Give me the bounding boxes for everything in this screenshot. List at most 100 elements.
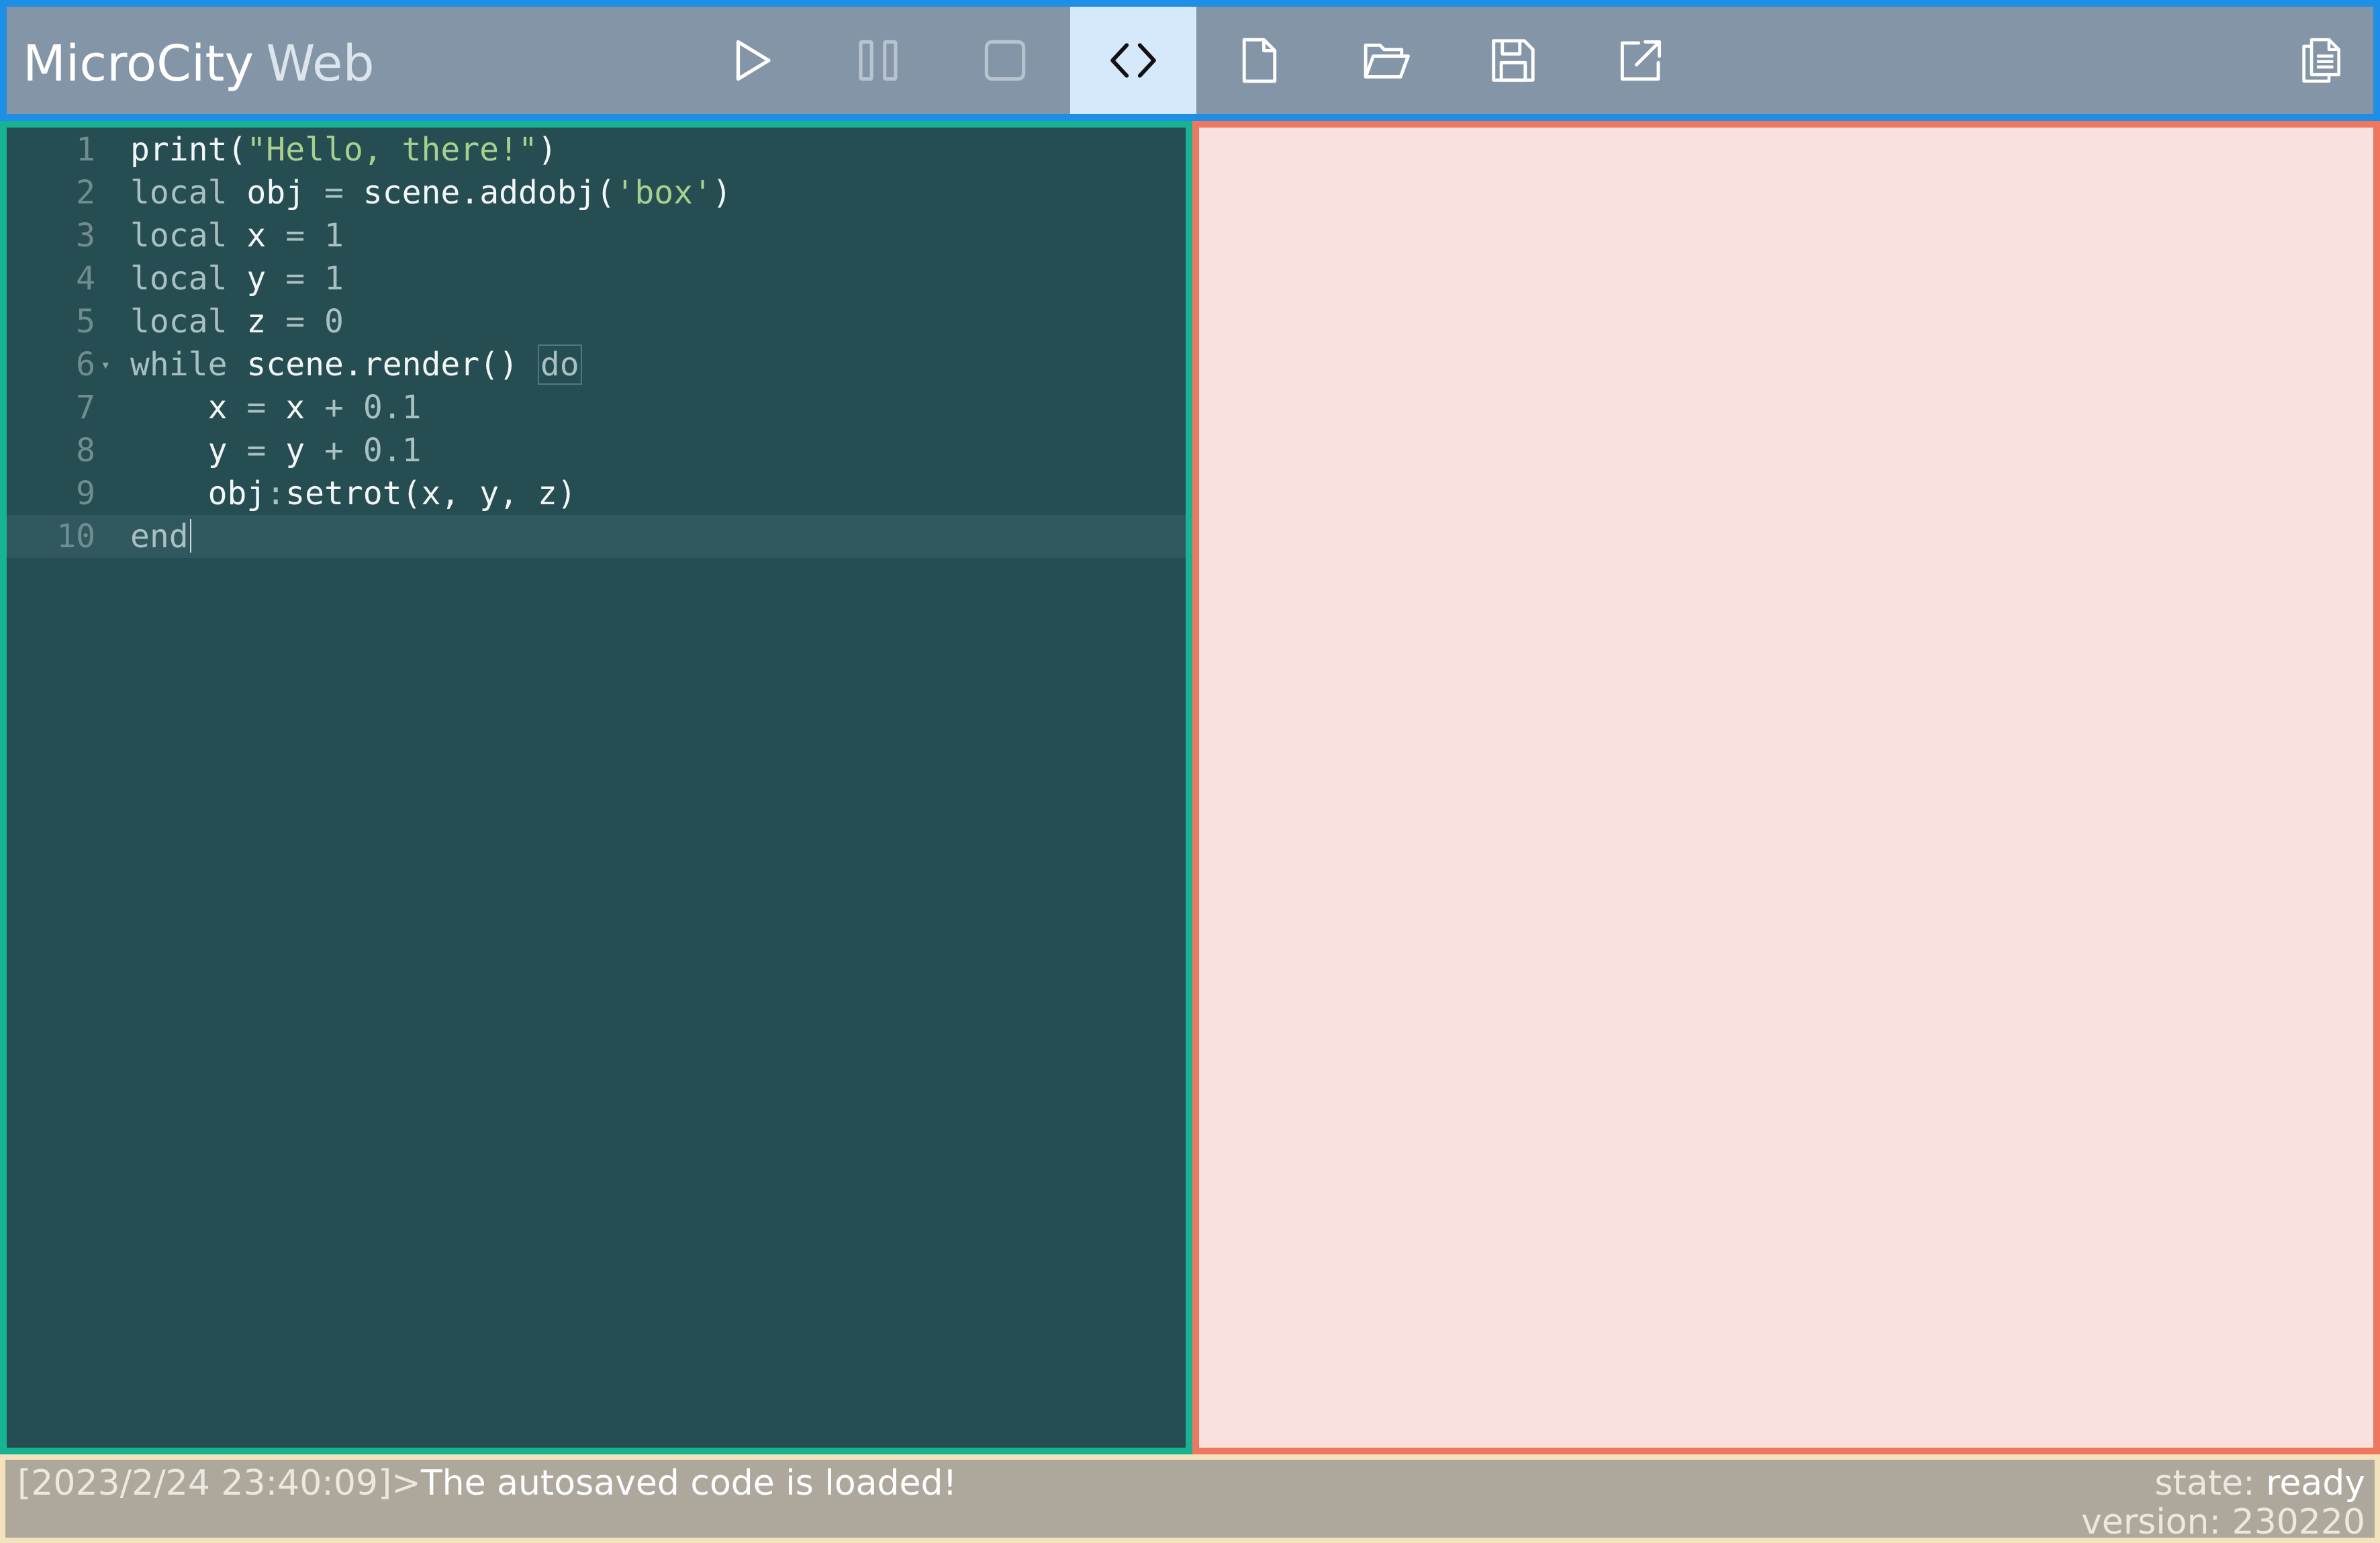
code-token: 0.1 [363,389,422,426]
code-token: = [246,432,267,469]
code-line[interactable]: 8 y = y + 0.1 [7,429,1186,472]
code-token: obj [227,174,324,212]
code-token: ) [712,174,732,212]
code-token: obj [130,475,267,512]
code-token: scene.render() [227,346,538,383]
code-text: obj:setrot(x, y, z) [130,472,577,515]
code-token: y [227,260,286,297]
code-text: end [130,515,191,558]
code-token: y [130,432,247,469]
code-text: local z = 0 [130,300,344,343]
code-text: local obj = scene.addobj('box') [130,171,732,214]
code-token: local [130,260,228,297]
code-line[interactable]: 5 local z = 0 [7,300,1186,343]
code-text: x = x + 0.1 [130,386,422,429]
code-token: "Hello, there!" [246,131,538,169]
code-line[interactable]: 6 ▾ while scene.render() do [7,343,1186,386]
code-token: + [324,432,344,469]
play-icon [736,40,771,81]
new-file-icon [1242,38,1277,83]
line-number: 4 [76,260,95,297]
line-number: 2 [76,174,95,212]
status-bar: [2023/2/24 23:40:09]>The autosaved code … [0,1454,2380,1543]
version-value: 230220 [2232,1502,2365,1542]
code-token: local [130,174,228,212]
open-file-button[interactable] [1323,7,1449,114]
code-token: ) [537,131,557,169]
code-token: end [130,518,189,555]
version-label: version: [2081,1502,2221,1542]
code-token: x [130,389,247,426]
code-editor[interactable]: 1 print("Hello, there!") 2 local obj = scen… [0,121,1192,1454]
new-file-button[interactable] [1196,7,1323,114]
text-caret [189,519,191,553]
code-token: = [285,303,305,340]
code-token: 0.1 [363,432,422,469]
run-button[interactable] [688,7,814,114]
stop-button[interactable] [942,7,1068,114]
copy-button[interactable] [2257,7,2380,114]
code-token: : [266,475,286,512]
console-log: [2023/2/24 23:40:09]>The autosaved code … [17,1462,957,1504]
line-number: 6 [76,346,95,383]
app-title-main: MicroCity [23,35,254,93]
code-token: z [227,303,286,340]
state-value: ready [2266,1463,2365,1503]
code-token: + [324,389,344,426]
state-indicator: state: ready [2154,1462,2365,1504]
copy-document-icon [2302,38,2340,83]
external-link-icon [1620,40,1662,81]
code-line[interactable]: 4 local y = 1 [7,257,1186,300]
code-icon [1110,43,1156,78]
line-number: 3 [76,217,95,254]
code-text: while scene.render() do [130,343,582,386]
code-line[interactable]: 2 local obj = scene.addobj('box') [7,171,1186,214]
line-number: 10 [56,518,95,555]
code-token: = [285,217,305,254]
log-timestamp: [2023/2/24 23:40:09]> [17,1463,421,1503]
code-button[interactable] [1070,7,1196,114]
code-token: x [227,217,286,254]
code-line[interactable]: 3 local x = 1 [7,214,1186,257]
scene-viewport[interactable] [1192,121,2380,1454]
app-title-sub: Web [266,35,375,93]
line-number: 8 [76,432,95,469]
code-line[interactable]: 10 end [7,515,1186,558]
save-button[interactable] [1450,7,1576,114]
stop-icon [984,40,1026,81]
line-number: 1 [76,131,95,169]
code-token: = [285,260,305,297]
code-text: print("Hello, there!") [130,128,557,171]
code-token: local [130,217,228,254]
pause-icon [859,40,898,81]
code-token: x [266,389,324,426]
fold-toggle-icon[interactable]: ▾ [101,343,110,386]
code-line[interactable]: 1 print("Hello, there!") [7,128,1186,171]
code-text: local x = 1 [130,214,344,257]
code-token: setrot(x, y, z) [285,475,577,512]
code-line[interactable]: 9 obj:setrot(x, y, z) [7,472,1186,515]
code-token: = [324,174,344,212]
code-token: 0 [324,303,344,340]
version-indicator: version: 230220 [2081,1503,2365,1542]
code-line[interactable]: 7 x = x + 0.1 [7,386,1186,429]
code-token: scene.addobj( [343,174,616,212]
export-button[interactable] [1578,7,1704,114]
code-token: print( [130,131,247,169]
log-message: The autosaved code is loaded! [420,1463,957,1503]
save-icon [1492,39,1535,82]
code-token: y [266,432,324,469]
app-title: MicroCity Web [23,7,375,114]
code-text: local y = 1 [130,257,344,300]
code-token: = [246,389,267,426]
state-label: state: [2154,1463,2255,1503]
code-token: 'box' [615,174,712,212]
code-token: while [130,346,228,383]
line-number: 7 [76,389,95,426]
folder-open-icon [1364,43,1410,79]
pause-button[interactable] [815,7,941,114]
